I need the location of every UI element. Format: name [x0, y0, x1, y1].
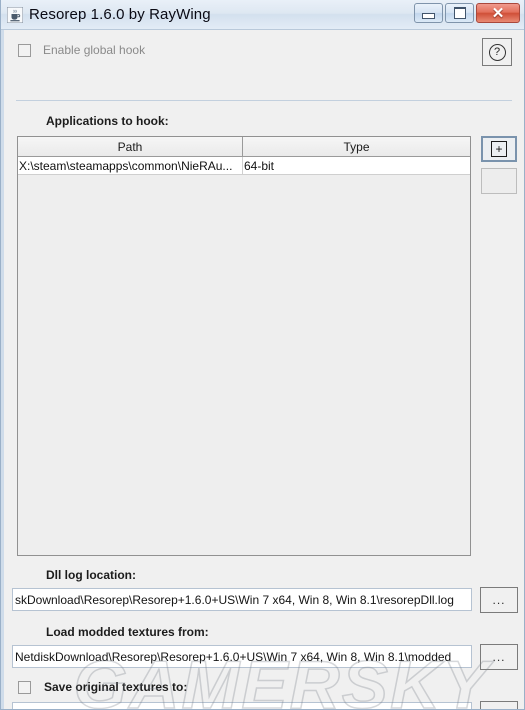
- minimize-icon: [422, 12, 435, 19]
- plus-icon: +: [491, 141, 507, 157]
- dll-log-location-input[interactable]: skDownload\Resorep\Resorep+1.6.0+US\Win …: [12, 588, 472, 611]
- cell-type: 64-bit: [244, 158, 275, 173]
- window-controls: ✕: [414, 3, 520, 23]
- save-original-textures-label: Save original textures to:: [44, 680, 188, 694]
- table-row[interactable]: X:\steam\steamapps\common\NieRAu... 64-b…: [18, 157, 470, 175]
- save-original-textures-checkbox[interactable]: [18, 680, 31, 694]
- maximize-button[interactable]: [445, 3, 474, 23]
- main-content: Enable global hook ? Applications to hoo…: [1, 30, 524, 709]
- save-original-textures-browse-button[interactable]: ...: [480, 701, 518, 709]
- dll-log-location-label: Dll log location:: [46, 568, 136, 582]
- question-mark-icon: ?: [488, 43, 506, 61]
- help-button[interactable]: ?: [482, 38, 512, 66]
- table-header-row: Path Type: [18, 137, 470, 157]
- enable-global-hook-checkbox[interactable]: [18, 43, 31, 57]
- enable-global-hook-row[interactable]: Enable global hook: [18, 43, 145, 57]
- java-coffee-cup-icon: [6, 6, 24, 23]
- remove-application-button[interactable]: [481, 168, 517, 194]
- applications-to-hook-label: Applications to hook:: [46, 114, 169, 128]
- load-modded-textures-browse-button[interactable]: ...: [480, 644, 518, 670]
- load-modded-textures-input[interactable]: NetdiskDownload\Resorep\Resorep+1.6.0+US…: [12, 645, 472, 668]
- title-bar: Resorep 1.6.0 by RayWing ✕: [1, 0, 524, 30]
- column-header-type[interactable]: Type: [243, 137, 470, 157]
- cell-path: X:\steam\steamapps\common\NieRAu...: [18, 157, 243, 174]
- section-divider: [16, 100, 512, 101]
- applications-table[interactable]: Path Type X:\steam\steamapps\common\NieR…: [17, 136, 471, 556]
- add-application-button[interactable]: +: [481, 136, 517, 162]
- save-original-textures-input[interactable]: uNetdiskDownload\Resorep\Resorep+1.6.0+U…: [12, 702, 472, 709]
- window-title: Resorep 1.6.0 by RayWing: [29, 6, 211, 23]
- load-modded-textures-label: Load modded textures from:: [46, 625, 209, 639]
- application-window: Resorep 1.6.0 by RayWing ✕ Enable global…: [0, 0, 525, 710]
- save-original-textures-row[interactable]: Save original textures to:: [18, 680, 187, 694]
- column-header-path[interactable]: Path: [18, 137, 243, 157]
- enable-global-hook-label: Enable global hook: [43, 43, 146, 57]
- dll-log-browse-button[interactable]: ...: [480, 587, 518, 613]
- close-button[interactable]: ✕: [476, 3, 520, 23]
- maximize-icon: [453, 7, 466, 19]
- minimize-button[interactable]: [414, 3, 443, 23]
- close-icon: ✕: [491, 4, 505, 22]
